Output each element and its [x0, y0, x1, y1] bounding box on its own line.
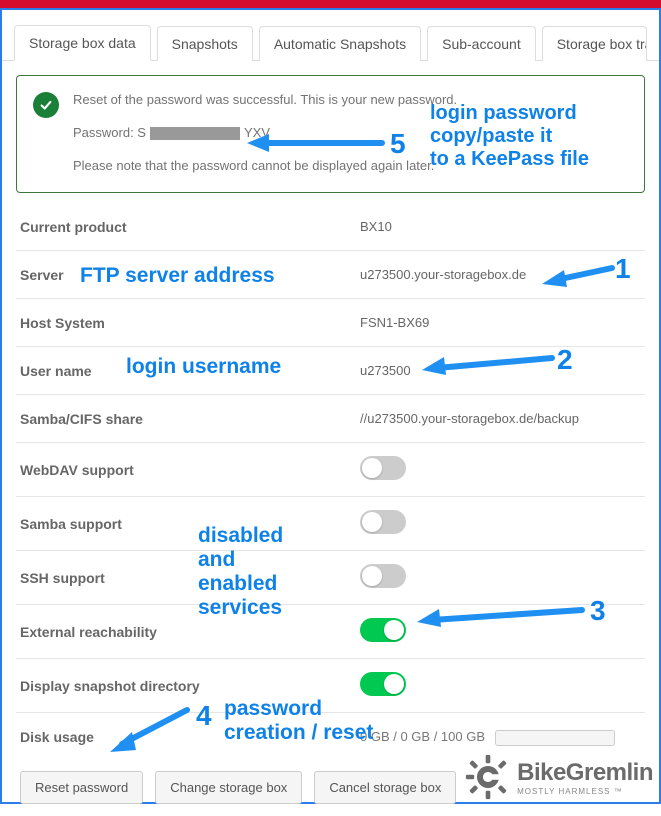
label-server: Server	[20, 267, 360, 283]
gear-icon	[465, 754, 511, 800]
tab-bar: Storage box data Snapshots Automatic Sna…	[2, 10, 659, 61]
tab-storage-box-data[interactable]: Storage box data	[14, 25, 151, 61]
toggle-samba[interactable]	[360, 510, 406, 534]
password-suffix: YXV	[244, 123, 270, 144]
row-external-reachability: External reachability	[16, 605, 645, 659]
value-disk-usage: 0 GB / 0 GB / 100 GB	[360, 729, 485, 744]
toggle-webdav[interactable]	[360, 456, 406, 480]
watermark: BikeGremlin MOSTLY HARMLESS ™	[465, 754, 653, 800]
watermark-brand: BikeGremlin	[517, 759, 653, 787]
row-current-product: Current product BX10	[16, 203, 645, 251]
value-host-system: FSN1-BX69	[360, 315, 641, 330]
alert-message-1: Reset of the password was successful. Th…	[73, 90, 628, 111]
label-ssh-support: SSH support	[20, 570, 360, 586]
password-redacted	[150, 127, 240, 140]
tab-storage-box-transfer[interactable]: Storage box trans	[542, 26, 647, 61]
row-webdav-support: WebDAV support	[16, 443, 645, 497]
reset-password-button[interactable]: Reset password	[20, 771, 143, 804]
row-user-name: User name u273500	[16, 347, 645, 395]
label-current-product: Current product	[20, 219, 360, 235]
cancel-storage-box-button[interactable]: Cancel storage box	[314, 771, 456, 804]
value-samba-cifs-share: //u273500.your-storagebox.de/backup	[360, 411, 641, 426]
label-user-name: User name	[20, 363, 360, 379]
tab-sub-account[interactable]: Sub-account	[427, 26, 536, 61]
password-label: Password: S	[73, 123, 146, 144]
tab-automatic-snapshots[interactable]: Automatic Snapshots	[259, 26, 421, 61]
row-ssh-support: SSH support	[16, 551, 645, 605]
toggle-ssh[interactable]	[360, 564, 406, 588]
tab-snapshots[interactable]: Snapshots	[157, 26, 253, 61]
toggle-display-snapshot-dir[interactable]	[360, 672, 406, 696]
alert-message-2: Please note that the password cannot be …	[73, 156, 628, 177]
label-samba-cifs-share: Samba/CIFS share	[20, 411, 360, 427]
disk-usage-progress	[495, 730, 615, 746]
password-reset-alert: Reset of the password was successful. Th…	[16, 75, 645, 193]
watermark-tagline: MOSTLY HARMLESS ™	[517, 787, 653, 796]
details-table: Current product BX10 Server u273500.your…	[16, 203, 645, 761]
label-host-system: Host System	[20, 315, 360, 331]
row-host-system: Host System FSN1-BX69	[16, 299, 645, 347]
alert-password-line: Password: S YXV	[73, 123, 628, 144]
value-server: u273500.your-storagebox.de	[360, 267, 641, 282]
brand-top-bar	[0, 0, 661, 8]
value-user-name: u273500	[360, 363, 641, 378]
change-storage-box-button[interactable]: Change storage box	[155, 771, 302, 804]
row-display-snapshot-dir: Display snapshot directory	[16, 659, 645, 713]
row-samba-cifs-share: Samba/CIFS share //u273500.your-storageb…	[16, 395, 645, 443]
label-webdav-support: WebDAV support	[20, 462, 360, 478]
value-current-product: BX10	[360, 219, 641, 234]
toggle-external-reachability[interactable]	[360, 618, 406, 642]
label-external-reachability: External reachability	[20, 624, 360, 640]
label-display-snapshot-dir: Display snapshot directory	[20, 678, 360, 694]
label-disk-usage: Disk usage	[20, 729, 360, 745]
row-server: Server u273500.your-storagebox.de	[16, 251, 645, 299]
screenshot-frame: Storage box data Snapshots Automatic Sna…	[0, 8, 661, 804]
label-samba-support: Samba support	[20, 516, 360, 532]
success-check-icon	[33, 92, 59, 118]
row-samba-support: Samba support	[16, 497, 645, 551]
